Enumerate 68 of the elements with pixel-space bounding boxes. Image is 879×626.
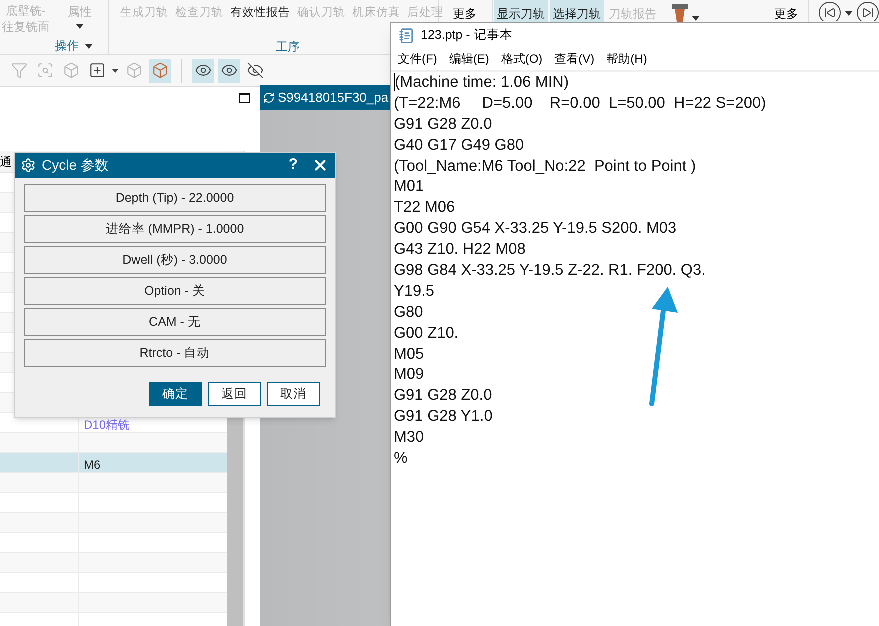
text-line: M05	[394, 344, 424, 365]
drill-bit-icon[interactable]	[672, 4, 688, 22]
text-line: G80	[394, 302, 424, 323]
notepad-icon	[399, 28, 415, 44]
table-row[interactable]	[0, 493, 227, 513]
table-row[interactable]	[0, 573, 227, 593]
table-row[interactable]	[0, 433, 227, 453]
more-button[interactable]: 更多	[453, 5, 478, 23]
table-row[interactable]: M6	[0, 453, 227, 473]
menu-item[interactable]: 格式(O)	[501, 50, 543, 68]
parameter-button[interactable]: 进给率 (MMPR) - 1.0000	[24, 215, 326, 243]
table-row[interactable]	[0, 593, 227, 613]
text-line: G43 Z10. H22 M08	[394, 240, 526, 260]
refresh-icon	[263, 92, 275, 104]
caret-icon	[84, 44, 93, 48]
dialog-button[interactable]: 取消	[267, 382, 320, 406]
table-row[interactable]	[0, 473, 227, 493]
caret-icon	[76, 24, 84, 29]
dialog-button[interactable]: 返回	[208, 382, 261, 406]
text-line: Y19.5	[394, 282, 435, 302]
menu-item[interactable]: 编辑(E)	[449, 50, 490, 68]
text-line: G00 G90 G54 X-33.25 Y-19.5 S200. M03	[394, 219, 677, 240]
eye-icon[interactable]	[192, 58, 214, 82]
maximize-icon[interactable]	[239, 93, 250, 103]
parameter-button[interactable]: Option - 关	[24, 277, 326, 305]
text-line: T22 M06	[394, 198, 456, 218]
dialog-title: Cycle 参数	[42, 156, 110, 175]
text-line: G91 G28 Y1.0	[394, 407, 493, 428]
menu-item[interactable]: 查看(V)	[554, 50, 595, 68]
table-row[interactable]	[0, 513, 227, 533]
text-line: M09	[394, 365, 424, 386]
text-line: M30	[394, 428, 424, 448]
table-row[interactable]	[0, 553, 227, 573]
text-line: (Tool_Name:M6 Tool_No:22 Point to Point )	[394, 156, 696, 177]
eye-icon[interactable]	[218, 58, 240, 82]
parameter-button[interactable]: Depth (Tip) - 22.0000	[24, 184, 326, 212]
column-header[interactable]: 通	[0, 151, 12, 172]
help-button[interactable]: ?	[288, 154, 298, 177]
text-line: (Machine time: 1.06 MIN)	[395, 73, 569, 93]
text-line: G98 G84 X-33.25 Y-19.5 Z-22. R1. F200. Q3.	[394, 261, 706, 282]
window-title: 123.ptp - 记事本	[421, 27, 513, 44]
text-line: M01	[394, 177, 424, 198]
table-row[interactable]	[0, 533, 227, 553]
text-cursor	[394, 73, 395, 91]
text-line: (T=22:M6 D=5.00 R=0.00 L=50.00 H=22 S=200)	[394, 94, 766, 114]
close-icon[interactable]	[312, 157, 329, 174]
text-line: %	[394, 449, 408, 470]
ribbon-button[interactable]: 有效性报告	[230, 5, 291, 23]
parameter-button[interactable]: CAM - 无	[24, 308, 326, 336]
text-line: G91 G28 Z0.0	[394, 114, 492, 135]
text-line: G91 G28 Z0.0	[394, 386, 492, 406]
ribbon-button[interactable]: 选择刀轨	[550, 0, 604, 22]
ribbon-button[interactable]: 显示刀轨	[494, 0, 548, 22]
group-label: 操作	[54, 38, 79, 55]
settings-icon	[21, 158, 36, 173]
dialog-button[interactable]: 确定	[149, 382, 202, 406]
more-button[interactable]: 更多	[774, 5, 798, 23]
menu-item[interactable]: 文件(F)	[398, 50, 438, 68]
menu-item[interactable]: 帮助(H)	[606, 50, 648, 68]
table-cell: D10精铣	[84, 418, 130, 432]
group-label: 工序	[276, 39, 300, 54]
text-line: G40 G17 G49 G80	[394, 136, 524, 156]
parameter-button[interactable]: Rtrcto - 自动	[24, 339, 326, 367]
caret-icon	[845, 11, 853, 16]
table-cell: M6	[84, 458, 101, 472]
cube-icon[interactable]	[149, 58, 171, 82]
parameter-button[interactable]: Dwell (秒) - 3.0000	[24, 246, 326, 274]
text-line: G00 Z10.	[394, 324, 459, 344]
